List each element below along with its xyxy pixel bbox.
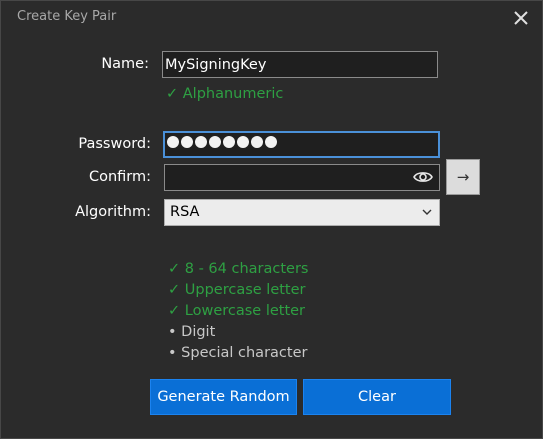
password-mask-dot xyxy=(181,136,193,148)
create-key-pair-dialog: Create Key Pair Name: ✓ Alphanumeric Pas… xyxy=(0,0,543,439)
password-mask xyxy=(167,136,277,148)
generate-random-button[interactable]: Generate Random xyxy=(150,379,297,415)
name-validation-text: ✓ Alphanumeric xyxy=(166,86,284,102)
reveal-password-button[interactable] xyxy=(413,169,433,189)
rule-special: • Special character xyxy=(168,345,308,361)
rule-uppercase: ✓ Uppercase letter xyxy=(168,282,306,298)
window-title: Create Key Pair xyxy=(17,9,117,24)
eye-icon xyxy=(413,172,433,182)
chevron-down-icon xyxy=(422,209,432,215)
rule-length: ✓ 8 - 64 characters xyxy=(168,261,309,277)
password-mask-dot xyxy=(223,136,235,148)
rule-lowercase: ✓ Lowercase letter xyxy=(168,303,306,319)
password-mask-dot xyxy=(209,136,221,148)
password-mask-dot xyxy=(237,136,249,148)
confirm-field-box xyxy=(164,164,440,191)
title-bar: Create Key Pair xyxy=(1,1,542,35)
close-button[interactable] xyxy=(507,5,535,31)
password-mask-dot xyxy=(195,136,207,148)
close-icon xyxy=(514,11,528,25)
password-mask-dot xyxy=(251,136,263,148)
algorithm-selected-value: RSA xyxy=(170,204,200,220)
password-mask-dot xyxy=(167,136,179,148)
password-mask-dot xyxy=(265,136,277,148)
password-input[interactable] xyxy=(163,131,440,158)
confirm-input[interactable] xyxy=(165,165,439,190)
name-field-box xyxy=(162,51,438,78)
rule-digit: • Digit xyxy=(168,324,216,340)
algorithm-select[interactable]: RSA xyxy=(164,199,440,226)
confirm-label: Confirm: xyxy=(88,169,151,185)
name-label: Name: xyxy=(101,56,149,72)
algorithm-label: Algorithm: xyxy=(75,204,151,220)
arrow-right-icon: → xyxy=(456,168,470,186)
name-input[interactable] xyxy=(163,52,437,77)
clear-button[interactable]: Clear xyxy=(303,379,451,415)
submit-arrow-button[interactable]: → xyxy=(446,159,480,195)
password-label: Password: xyxy=(78,136,151,152)
